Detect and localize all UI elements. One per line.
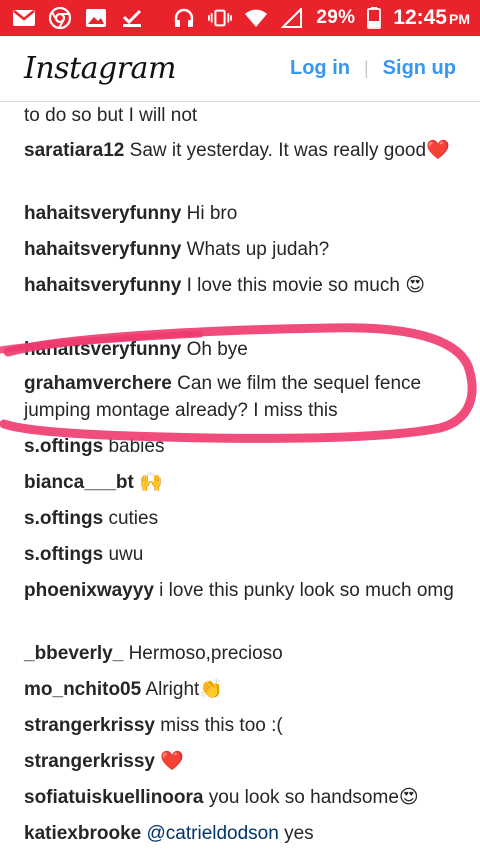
- notification-icons: [12, 7, 144, 29]
- comment-username[interactable]: mo_nchito05: [24, 679, 141, 700]
- comment-username[interactable]: s.oftings: [24, 436, 103, 457]
- comment-mention[interactable]: @catrieldodson: [147, 823, 279, 844]
- comment-text: yes: [284, 823, 314, 844]
- comment-item: hahaitsveryfunny I love this movie so mu…: [24, 272, 464, 299]
- comment-text: i love this punky look so much omg: [159, 580, 454, 601]
- comment-item: to do so but I will not: [24, 102, 464, 129]
- comment-username[interactable]: saratiara12: [24, 140, 124, 161]
- comment-username[interactable]: sofiatuiskuellinoora: [24, 787, 203, 808]
- comment-text: to do so but I will not: [24, 105, 198, 126]
- comment-username[interactable]: hahaitsveryfunny: [24, 203, 181, 224]
- comment-item: katiexbrooke @catrieldodson yes: [24, 820, 464, 847]
- comment-item: sofiatuiskuellinoora you look so handsom…: [24, 784, 464, 811]
- comment-username[interactable]: hahaitsveryfunny: [24, 275, 181, 296]
- comment-username[interactable]: strangerkrissy: [24, 751, 155, 772]
- comment-username[interactable]: hahaitsveryfunny: [24, 339, 181, 360]
- gmail-icon: [12, 7, 36, 29]
- clock-ampm: PM: [449, 11, 470, 27]
- comment-text: miss this too :(: [160, 715, 283, 736]
- instagram-logo[interactable]: Instagram: [24, 51, 176, 86]
- clock: 12:45 PM: [393, 6, 470, 30]
- signup-link[interactable]: Sign up: [383, 57, 456, 80]
- comment-username[interactable]: bianca___bt: [24, 472, 134, 493]
- clock-time: 12:45: [393, 6, 447, 29]
- comments-list[interactable]: to do so but I will not saratiara12 Saw …: [0, 102, 480, 854]
- comment-item: strangerkrissy miss this too :(: [24, 712, 464, 739]
- comment-item: mo_nchito05 Alright👏: [24, 676, 464, 703]
- comment-username[interactable]: s.oftings: [24, 544, 103, 565]
- signal-icon: [280, 7, 304, 29]
- download-done-icon: [120, 7, 144, 29]
- battery-icon: [367, 7, 382, 29]
- app-header: Instagram Log in | Sign up: [0, 36, 480, 102]
- wifi-icon: [244, 7, 268, 29]
- battery-percent: 29%: [316, 7, 356, 28]
- comment-text: Hermoso,precioso: [128, 643, 283, 664]
- comment-item: hahaitsveryfunny Whats up judah?: [24, 236, 464, 263]
- comment-item: hahaitsveryfunny Oh bye: [24, 336, 464, 363]
- headphones-icon: [172, 7, 196, 29]
- comment-username[interactable]: grahamverchere: [24, 373, 172, 394]
- comment-username[interactable]: s.oftings: [24, 508, 103, 529]
- comment-username[interactable]: hahaitsveryfunny: [24, 239, 181, 260]
- login-link[interactable]: Log in: [290, 57, 350, 80]
- comment-item: s.oftings babies: [24, 433, 464, 460]
- comment-text: I love this movie so much 😍: [186, 275, 425, 296]
- comment-item: s.oftings uwu: [24, 541, 464, 568]
- comment-item: saratiara12 Saw it yesterday. It was rea…: [24, 137, 464, 164]
- comment-item: phoenixwayyy i love this punky look so m…: [24, 577, 464, 604]
- comment-item-highlighted: grahamverchere Can we film the sequel fe…: [24, 370, 464, 424]
- comment-item: s.oftings cuties: [24, 505, 464, 532]
- comment-text: uwu: [108, 544, 144, 565]
- comment-text: Saw it yesterday. It was really good❤️: [129, 140, 450, 161]
- comment-text: cuties: [108, 508, 159, 529]
- comment-item: hahaitsveryfunny Hi bro: [24, 200, 464, 227]
- system-icons: 29% 12:45 PM: [172, 6, 470, 30]
- auth-divider: |: [363, 58, 369, 78]
- auth-links: Log in | Sign up: [290, 57, 456, 80]
- comment-text: Whats up judah?: [186, 239, 330, 260]
- comment-username[interactable]: katiexbrooke: [24, 823, 141, 844]
- comment-text: babies: [108, 436, 165, 457]
- vibrate-icon: [208, 7, 233, 29]
- comment-text: Oh bye: [186, 339, 248, 360]
- comment-item: strangerkrissy ❤️: [24, 748, 464, 775]
- comment-username[interactable]: phoenixwayyy: [24, 580, 154, 601]
- chrome-icon: [48, 7, 72, 29]
- comment-item: bianca___bt 🙌: [24, 469, 464, 496]
- comment-text: ❤️: [160, 751, 184, 772]
- comment-text: 🙌: [139, 472, 163, 493]
- comment-item: _bbeverly_ Hermoso,precioso: [24, 640, 464, 667]
- comment-text: Alright👏: [145, 679, 223, 700]
- comment-text: you look so handsome😍: [208, 787, 419, 808]
- status-bar: 29% 12:45 PM: [0, 0, 480, 36]
- comment-username[interactable]: _bbeverly_: [24, 643, 123, 664]
- comment-text: Hi bro: [186, 203, 238, 224]
- gallery-icon: [84, 7, 108, 29]
- comment-username[interactable]: strangerkrissy: [24, 715, 155, 736]
